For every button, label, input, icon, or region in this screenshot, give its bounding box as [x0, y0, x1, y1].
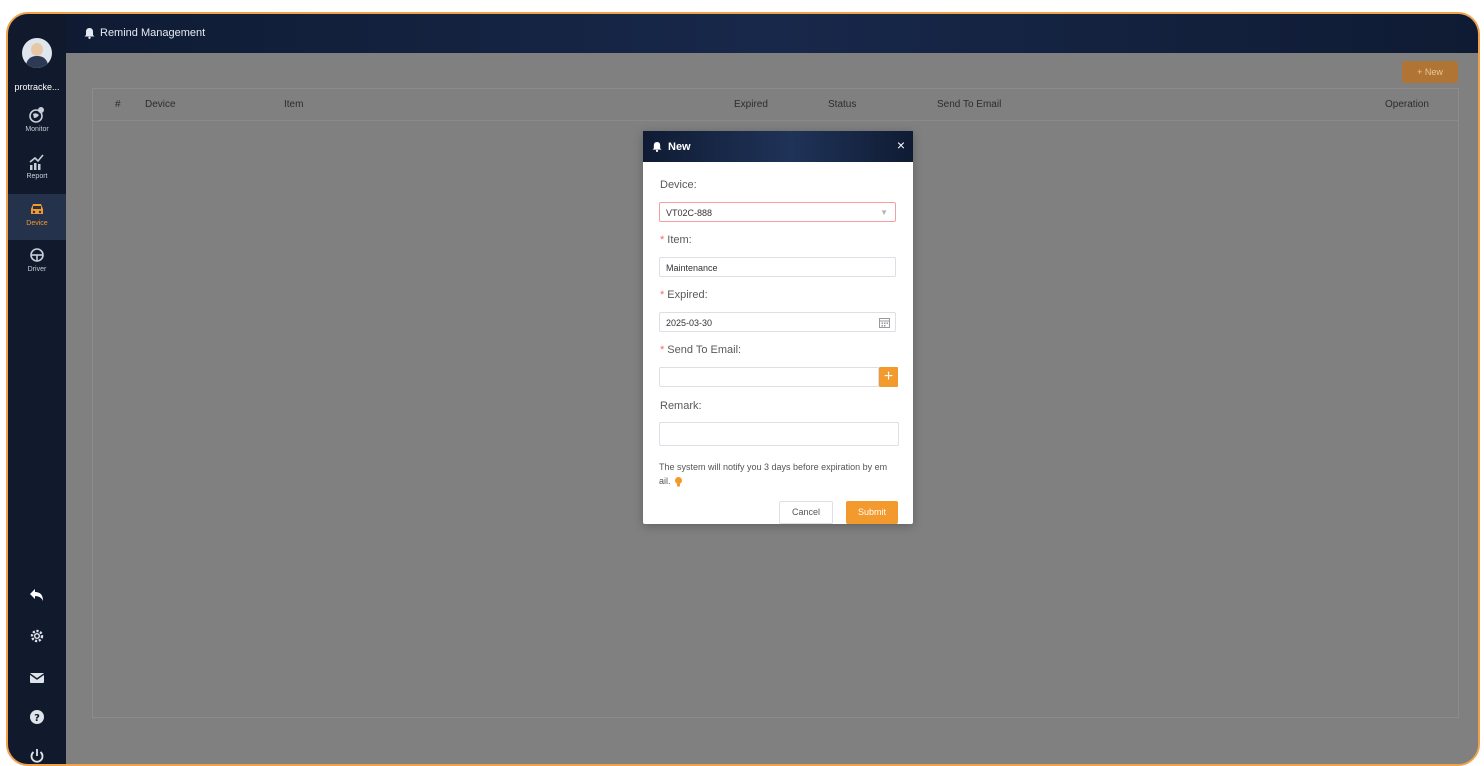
- mail-button[interactable]: [8, 669, 66, 695]
- new-reminder-dialog: New × Device: VT02C-888 ▼ * Item: Mainten…: [643, 131, 913, 524]
- device-select[interactable]: VT02C-888 ▼: [659, 202, 896, 222]
- submit-button[interactable]: Submit: [846, 501, 898, 524]
- sidebar-item-device[interactable]: Device: [8, 194, 66, 240]
- item-input[interactable]: Maintenance: [659, 257, 896, 277]
- close-icon[interactable]: ×: [897, 138, 905, 152]
- sidebar-item-label: Monitor: [25, 126, 49, 133]
- column-header-operation: Operation: [1385, 99, 1429, 110]
- calendar-icon[interactable]: [879, 317, 890, 328]
- chart-icon: [29, 154, 44, 170]
- column-header-item: Item: [284, 99, 304, 110]
- power-icon: [30, 749, 44, 763]
- sidebar-item-label: Driver: [27, 266, 47, 273]
- help-button[interactable]: ?: [8, 708, 66, 734]
- globe-location-icon: [29, 107, 44, 123]
- sidebar: protracke... Monitor Report Device Drive…: [8, 14, 66, 764]
- email-input[interactable]: [659, 367, 879, 387]
- expired-date-value: 2025-03-30: [666, 318, 713, 328]
- sidebar-item-label: Report: [26, 173, 48, 180]
- table-header: # Device Item Expired Status Send To Ema…: [93, 89, 1458, 121]
- new-button[interactable]: + New: [1402, 61, 1458, 83]
- device-label: Device:: [660, 179, 697, 191]
- settings-button[interactable]: [8, 627, 66, 653]
- column-header-device: Device: [145, 99, 176, 110]
- chevron-down-icon: ▼: [880, 208, 888, 217]
- device-select-value: VT02C-888: [666, 208, 713, 218]
- cancel-button[interactable]: Cancel: [779, 501, 833, 524]
- back-button[interactable]: [8, 586, 66, 612]
- add-email-button[interactable]: +: [879, 367, 898, 387]
- page-title: Remind Management: [100, 27, 206, 39]
- car-icon: [31, 204, 43, 214]
- bell-icon: [652, 141, 662, 152]
- svg-text:?: ?: [34, 713, 40, 724]
- expired-label: * Expired:: [660, 289, 708, 301]
- app-window: protracke... Monitor Report Device Drive…: [6, 12, 1480, 766]
- sidebar-item-label: Device: [26, 220, 48, 227]
- column-header-send-to-email: Send To Email: [937, 99, 1002, 110]
- lightbulb-icon: [674, 476, 682, 487]
- send-to-email-label: * Send To Email:: [660, 344, 742, 356]
- help-icon: ?: [30, 710, 44, 724]
- remark-label: Remark:: [660, 400, 702, 412]
- notification-hint: The system will notify you 3 days before…: [659, 462, 888, 487]
- settings-icon: [30, 629, 44, 643]
- column-header-index: #: [115, 99, 121, 110]
- back-icon: [30, 589, 43, 601]
- column-header-status: Status: [828, 99, 857, 110]
- item-label: * Item:: [660, 234, 692, 246]
- bell-icon: [84, 28, 95, 39]
- expired-date-picker[interactable]: 2025-03-30: [659, 312, 896, 332]
- mail-icon: [29, 673, 45, 683]
- avatar[interactable]: [22, 38, 52, 68]
- remark-textarea[interactable]: [659, 422, 899, 446]
- page-header: Remind Management: [66, 14, 1478, 53]
- dialog-title: New: [668, 141, 691, 153]
- logout-button[interactable]: [8, 747, 66, 764]
- sidebar-item-report[interactable]: Report: [8, 147, 66, 193]
- steering-wheel-icon: [30, 248, 44, 262]
- sidebar-item-monitor[interactable]: Monitor: [8, 100, 66, 146]
- username[interactable]: protracke...: [8, 82, 66, 92]
- dialog-header: New ×: [643, 131, 913, 162]
- sidebar-item-driver[interactable]: Driver: [8, 240, 66, 286]
- column-header-expired: Expired: [734, 99, 768, 110]
